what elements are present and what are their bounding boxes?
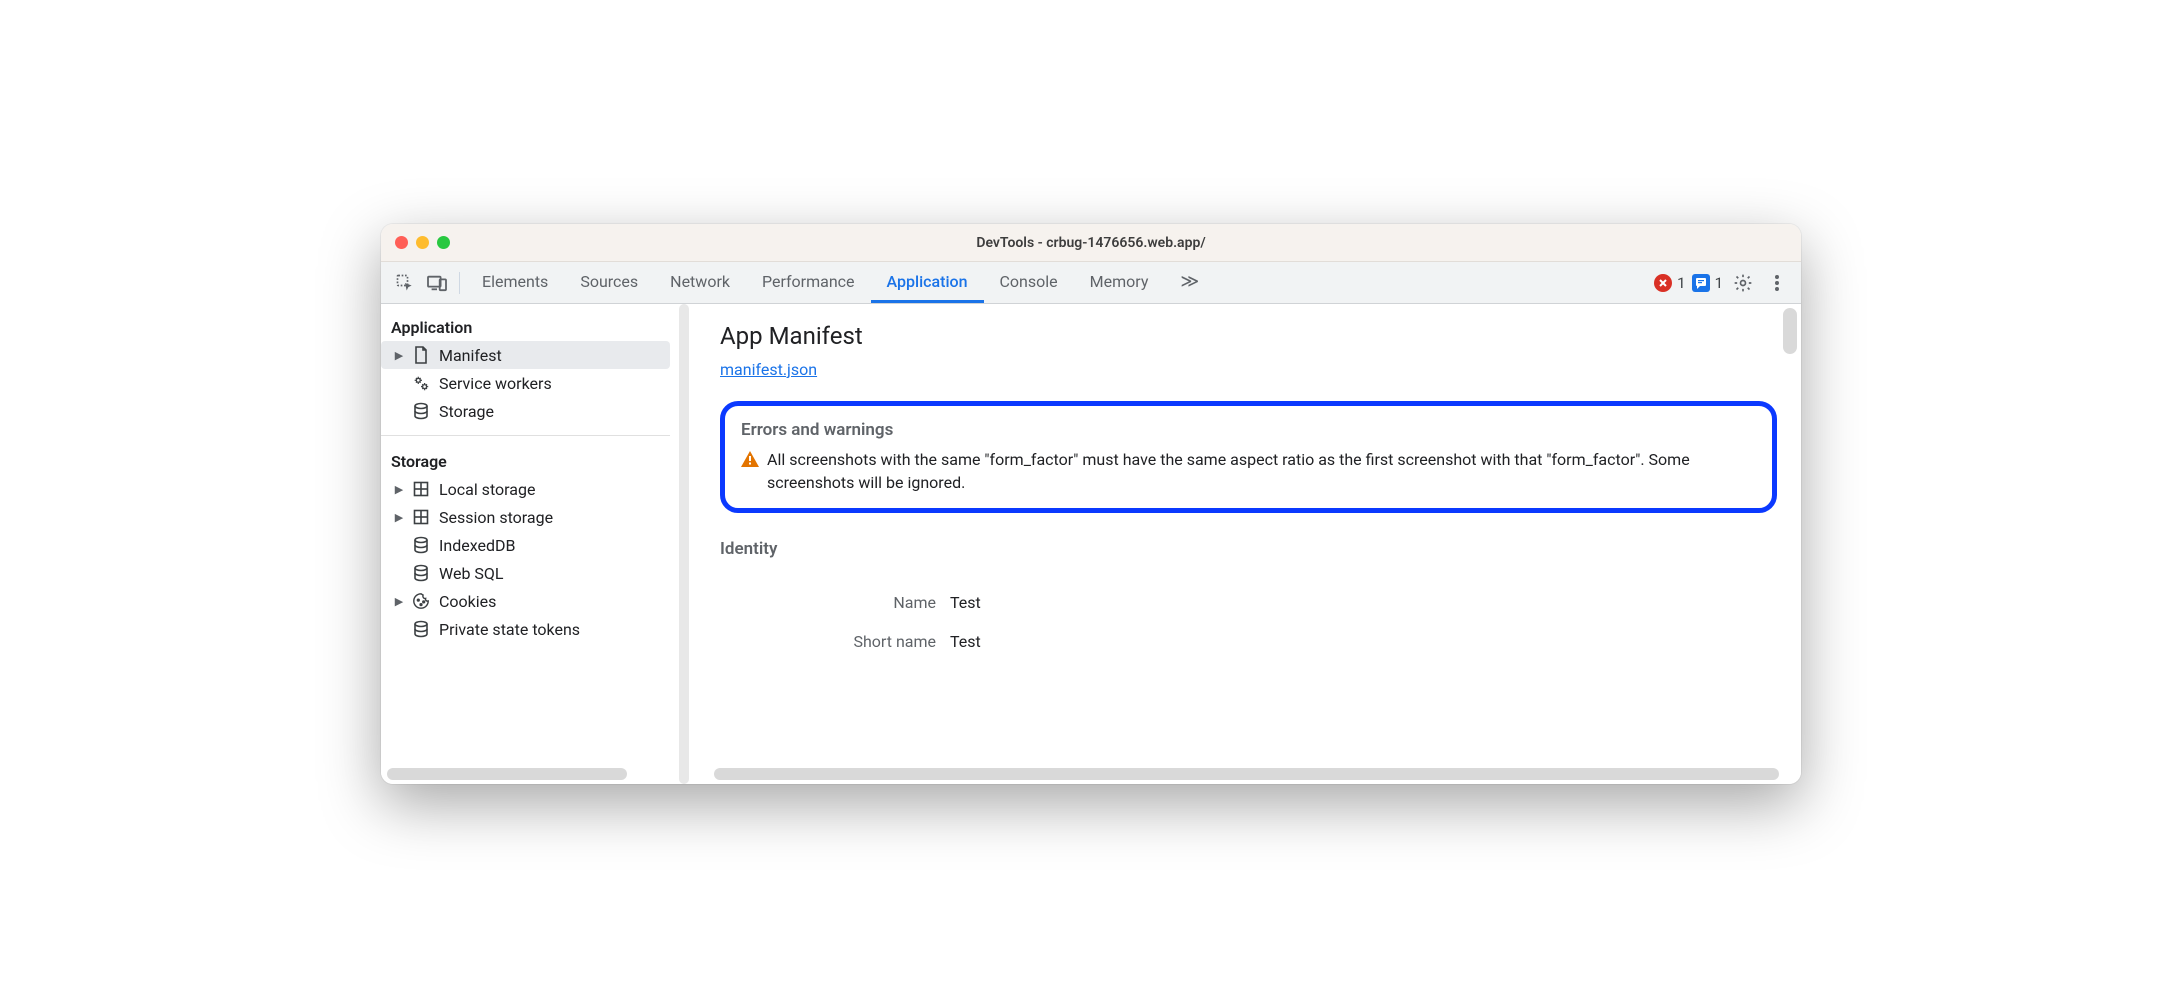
- sidebar-item-manifest[interactable]: ▶ Manifest: [381, 341, 670, 369]
- issue-badge[interactable]: 1: [1692, 274, 1723, 292]
- main-h-scrollbar[interactable]: [714, 768, 1779, 780]
- chevron-right-icon: ▶: [393, 349, 405, 362]
- devtools-window: DevTools - crbug-1476656.web.app/ Elemen…: [381, 224, 1801, 784]
- tab-application[interactable]: Application: [871, 262, 984, 303]
- tab-memory[interactable]: Memory: [1074, 262, 1165, 303]
- identity-shortname-label: Short name: [810, 632, 950, 651]
- titlebar: DevTools - crbug-1476656.web.app/: [381, 224, 1801, 262]
- sidebar-item-storage[interactable]: ▶ Storage: [381, 397, 670, 425]
- zoom-window-button[interactable]: [437, 236, 450, 249]
- sidebar-item-label: Private state tokens: [439, 620, 580, 639]
- sidebar-item-cookies[interactable]: ▶ Cookies: [381, 587, 670, 615]
- sidebar-item-web-sql[interactable]: ▶ Web SQL: [381, 559, 670, 587]
- db-icon: [411, 401, 431, 421]
- tab-elements[interactable]: Elements: [466, 262, 564, 303]
- sidebar-item-label: Service workers: [439, 374, 552, 393]
- sidebar-h-scrollbar[interactable]: [387, 768, 654, 780]
- errors-warnings-callout: Errors and warnings All screenshots with…: [720, 401, 1777, 513]
- minimize-window-button[interactable]: [416, 236, 429, 249]
- more-menu-button[interactable]: [1763, 269, 1791, 297]
- sidebar-item-private-state-tokens[interactable]: ▶ Private state tokens: [381, 615, 670, 643]
- tab-console[interactable]: Console: [984, 262, 1074, 303]
- sidebar-item-label: Storage: [439, 402, 494, 421]
- identity-row-name: Name Test: [810, 593, 981, 612]
- sidebar-divider: [381, 435, 670, 436]
- warning-text: All screenshots with the same "form_fact…: [767, 448, 1756, 494]
- identity-row-shortname: Short name Test: [810, 632, 981, 651]
- window-title: DevTools - crbug-1476656.web.app/: [381, 235, 1801, 251]
- error-badge[interactable]: 1: [1654, 274, 1685, 292]
- window-controls: [395, 236, 450, 249]
- main-toolbar: Elements Sources Network Performance App…: [381, 262, 1801, 304]
- identity-name-value: Test: [950, 593, 981, 612]
- device-toggle-icon[interactable]: [423, 269, 451, 297]
- cookie-icon: [411, 591, 431, 611]
- identity-name-label: Name: [810, 593, 950, 612]
- close-window-button[interactable]: [395, 236, 408, 249]
- chevron-right-icon: ▶: [393, 483, 405, 496]
- warning-icon: [741, 451, 759, 467]
- page-title: App Manifest: [720, 322, 1777, 350]
- errors-warnings-title: Errors and warnings: [741, 420, 1756, 440]
- issue-count: 1: [1715, 274, 1723, 292]
- main-v-scrollbar[interactable]: [1783, 308, 1797, 354]
- sidebar-item-label: Cookies: [439, 592, 496, 611]
- tab-performance[interactable]: Performance: [746, 262, 871, 303]
- tabs-overflow-button[interactable]: ≫: [1164, 262, 1215, 303]
- sidebar-item-local-storage[interactable]: ▶ Local storage: [381, 475, 670, 503]
- panel-body: Application ▶ Manifest ▶ Service workers: [381, 304, 1801, 784]
- db-icon: [411, 535, 431, 555]
- sidebar-section-storage: Storage: [381, 446, 670, 475]
- sidebar-item-label: IndexedDB: [439, 536, 515, 555]
- db-icon: [411, 619, 431, 639]
- error-count: 1: [1677, 274, 1685, 292]
- gears-icon: [411, 373, 431, 393]
- settings-button[interactable]: [1729, 269, 1757, 297]
- manifest-link[interactable]: manifest.json: [720, 360, 817, 379]
- sidebar-item-label: Web SQL: [439, 564, 504, 583]
- db-icon: [411, 563, 431, 583]
- application-sidebar: Application ▶ Manifest ▶ Service workers: [381, 304, 676, 784]
- tab-network[interactable]: Network: [654, 262, 746, 303]
- split-handle[interactable]: [676, 304, 692, 784]
- issue-icon: [1692, 274, 1710, 292]
- sidebar-section-application: Application: [381, 312, 670, 341]
- sidebar-item-label: Local storage: [439, 480, 535, 499]
- panel-tabs: Elements Sources Network Performance App…: [466, 262, 1215, 303]
- sidebar-item-indexeddb[interactable]: ▶ IndexedDB: [381, 531, 670, 559]
- error-icon: [1654, 274, 1672, 292]
- chevron-right-icon: ▶: [393, 511, 405, 524]
- tab-sources[interactable]: Sources: [564, 262, 654, 303]
- toolbar-divider: [459, 272, 460, 294]
- grid-icon: [411, 507, 431, 527]
- identity-shortname-value: Test: [950, 632, 981, 651]
- sidebar-item-label: Manifest: [439, 346, 502, 365]
- sidebar-item-label: Session storage: [439, 508, 553, 527]
- chevron-right-icon: ▶: [393, 595, 405, 608]
- inspect-element-icon[interactable]: [391, 269, 419, 297]
- grid-icon: [411, 479, 431, 499]
- sidebar-item-session-storage[interactable]: ▶ Session storage: [381, 503, 670, 531]
- file-icon: [411, 345, 431, 365]
- application-main: App Manifest manifest.json Errors and wa…: [692, 304, 1801, 784]
- identity-section-title: Identity: [720, 539, 1777, 559]
- identity-table: Name Test Short name Test: [810, 573, 981, 671]
- warning-row: All screenshots with the same "form_fact…: [741, 448, 1756, 494]
- sidebar-item-service-workers[interactable]: ▶ Service workers: [381, 369, 670, 397]
